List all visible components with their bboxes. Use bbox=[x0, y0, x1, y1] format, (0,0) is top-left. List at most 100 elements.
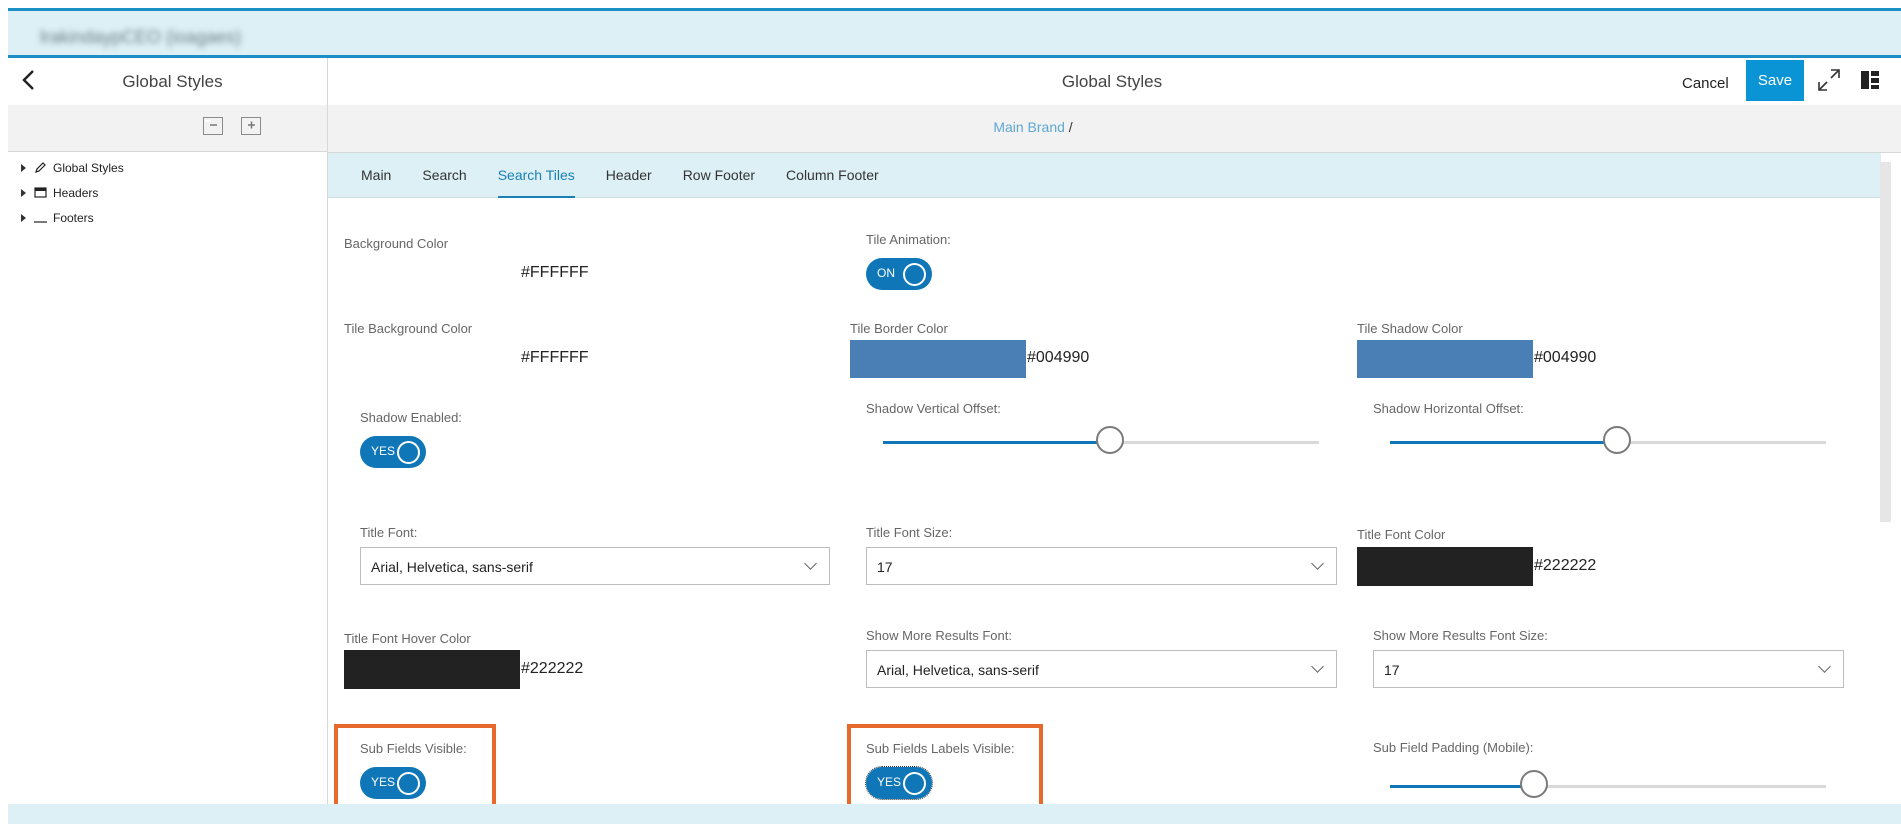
expand-arrow-icon[interactable] bbox=[21, 213, 26, 222]
cancel-button[interactable]: Cancel bbox=[1676, 71, 1735, 96]
toggle-state: ON bbox=[877, 266, 895, 280]
bottom-bar bbox=[8, 804, 1901, 824]
sub-fields-visible-toggle[interactable]: YES bbox=[360, 767, 426, 799]
show-more-results-font-select[interactable]: Arial, Helvetica, sans-serif bbox=[866, 650, 1337, 688]
expand-all-icon[interactable] bbox=[241, 117, 261, 135]
toggle-knob bbox=[903, 263, 926, 286]
tab-row-footer[interactable]: Row Footer bbox=[683, 153, 755, 198]
sub-fields-labels-visible-toggle[interactable]: YES bbox=[865, 766, 933, 800]
fullscreen-icon[interactable] bbox=[1816, 68, 1842, 94]
tile-shadow-color-label: Tile Shadow Color bbox=[1357, 321, 1463, 336]
app-top-bar: lrakindaypCEO (ioagaes) bbox=[8, 8, 1901, 58]
tile-animation-label: Tile Animation: bbox=[866, 232, 951, 247]
tab-search[interactable]: Search bbox=[422, 153, 466, 198]
tab-column-footer[interactable]: Column Footer bbox=[786, 153, 879, 198]
scrollbar[interactable] bbox=[1880, 162, 1891, 522]
save-button[interactable]: Save bbox=[1746, 60, 1804, 101]
slider-handle[interactable] bbox=[1095, 426, 1124, 454]
tab-header[interactable]: Header bbox=[606, 153, 652, 198]
shadow-horizontal-offset-label: Shadow Horizontal Offset: bbox=[1373, 401, 1524, 416]
breadcrumb-separator: / bbox=[1064, 119, 1073, 135]
sub-field-padding-mobile-slider[interactable] bbox=[1390, 770, 1826, 798]
left-panel-header: Global Styles bbox=[8, 58, 327, 106]
tile-shadow-color-value[interactable]: #004990 bbox=[1534, 349, 1596, 367]
tile-background-color-value[interactable]: #FFFFFF bbox=[521, 349, 589, 367]
toggle-knob bbox=[903, 772, 926, 795]
styles-tree: Global Styles Headers Footers bbox=[8, 155, 327, 230]
tile-background-color-label: Tile Background Color bbox=[344, 321, 473, 336]
shadow-enabled-toggle[interactable]: YES bbox=[360, 436, 426, 468]
show-more-results-font-size-label: Show More Results Font Size: bbox=[1373, 628, 1548, 643]
toggle-state: YES bbox=[371, 775, 396, 789]
title-font-label: Title Font: bbox=[360, 525, 418, 540]
chevron-down-icon bbox=[1311, 660, 1324, 673]
sub-fields-labels-visible-label: Sub Fields Labels Visible: bbox=[866, 741, 1015, 756]
select-value: Arial, Helvetica, sans-serif bbox=[877, 662, 1039, 678]
shadow-vertical-offset-slider[interactable] bbox=[883, 426, 1319, 454]
tab-main[interactable]: Main bbox=[361, 153, 391, 198]
title-font-hover-color-swatch[interactable] bbox=[344, 650, 520, 689]
chevron-down-icon bbox=[1818, 660, 1831, 673]
title-font-select[interactable]: Arial, Helvetica, sans-serif bbox=[360, 547, 830, 585]
layout-icon[interactable] bbox=[1860, 70, 1880, 90]
slider-handle[interactable] bbox=[1519, 770, 1548, 798]
tab-search-tiles[interactable]: Search Tiles bbox=[497, 153, 575, 198]
tree-item-global-styles[interactable]: Global Styles bbox=[8, 155, 327, 180]
tile-border-color-value[interactable]: #004990 bbox=[1027, 349, 1089, 367]
title-font-hover-color-label: Title Font Hover Color bbox=[344, 631, 471, 646]
toggle-knob bbox=[397, 772, 420, 795]
back-button[interactable] bbox=[20, 68, 44, 94]
tile-shadow-color-swatch[interactable] bbox=[1357, 340, 1533, 378]
tile-border-color-swatch[interactable] bbox=[850, 340, 1026, 378]
expand-arrow-icon[interactable] bbox=[21, 163, 26, 172]
show-more-results-font-label: Show More Results Font: bbox=[866, 628, 1012, 643]
page-title: Global Styles bbox=[1061, 72, 1163, 91]
slider-fill bbox=[1390, 785, 1534, 788]
select-value: 17 bbox=[877, 559, 893, 575]
shadow-enabled-label: Shadow Enabled: bbox=[360, 410, 462, 425]
tree-item-label: Footers bbox=[53, 210, 94, 225]
app-title: lrakindaypCEO (ioagaes) bbox=[40, 27, 242, 47]
chevron-left-icon bbox=[22, 70, 34, 90]
slider-fill bbox=[1390, 441, 1617, 444]
select-value: 17 bbox=[1384, 662, 1400, 678]
background-color-label: Background Color bbox=[344, 236, 449, 251]
shadow-vertical-offset-label: Shadow Vertical Offset: bbox=[866, 401, 1001, 416]
slider-fill bbox=[883, 441, 1110, 444]
window-icon bbox=[34, 186, 47, 199]
title-font-hover-color-value[interactable]: #222222 bbox=[521, 660, 583, 678]
sub-field-padding-mobile-label: Sub Field Padding (Mobile): bbox=[1373, 740, 1534, 755]
title-font-color-swatch[interactable] bbox=[1357, 547, 1533, 586]
title-font-color-value[interactable]: #222222 bbox=[1534, 557, 1596, 575]
toggle-state: YES bbox=[877, 775, 902, 789]
chevron-down-icon bbox=[1311, 557, 1324, 570]
breadcrumb-link-main-brand[interactable]: Main Brand bbox=[993, 119, 1065, 135]
underline-icon bbox=[34, 211, 47, 224]
toggle-state: YES bbox=[371, 444, 396, 458]
title-font-color-label: Title Font Color bbox=[1357, 527, 1446, 542]
shadow-horizontal-offset-slider[interactable] bbox=[1390, 426, 1826, 454]
main-header: Global Styles Cancel Save bbox=[328, 58, 1901, 106]
breadcrumb-bar: Main Brand / bbox=[328, 105, 1901, 153]
tree-item-headers[interactable]: Headers bbox=[8, 180, 327, 205]
tab-bar: Main Search Search Tiles Header Row Foot… bbox=[328, 153, 1881, 198]
tree-item-label: Global Styles bbox=[53, 160, 124, 175]
tree-item-label: Headers bbox=[53, 185, 99, 200]
collapse-all-icon[interactable] bbox=[203, 117, 223, 135]
breadcrumb: Main Brand / bbox=[328, 119, 1738, 135]
expand-arrow-icon[interactable] bbox=[21, 188, 26, 197]
background-color-value[interactable]: #FFFFFF bbox=[521, 264, 589, 282]
tree-toolbar bbox=[8, 105, 327, 152]
show-more-results-font-size-select[interactable]: 17 bbox=[1373, 650, 1844, 688]
chevron-down-icon bbox=[804, 557, 817, 570]
tile-border-color-label: Tile Border Color bbox=[850, 321, 948, 336]
tile-animation-toggle[interactable]: ON bbox=[866, 258, 932, 290]
left-panel: Global Styles Global Styles Headers Foot… bbox=[8, 58, 328, 804]
pencil-icon bbox=[34, 161, 47, 174]
toggle-knob bbox=[397, 441, 420, 464]
tree-item-footers[interactable]: Footers bbox=[8, 205, 327, 230]
left-panel-title: Global Styles bbox=[122, 72, 223, 91]
title-font-size-select[interactable]: 17 bbox=[866, 547, 1337, 585]
slider-handle[interactable] bbox=[1602, 426, 1631, 454]
title-font-size-label: Title Font Size: bbox=[866, 525, 953, 540]
